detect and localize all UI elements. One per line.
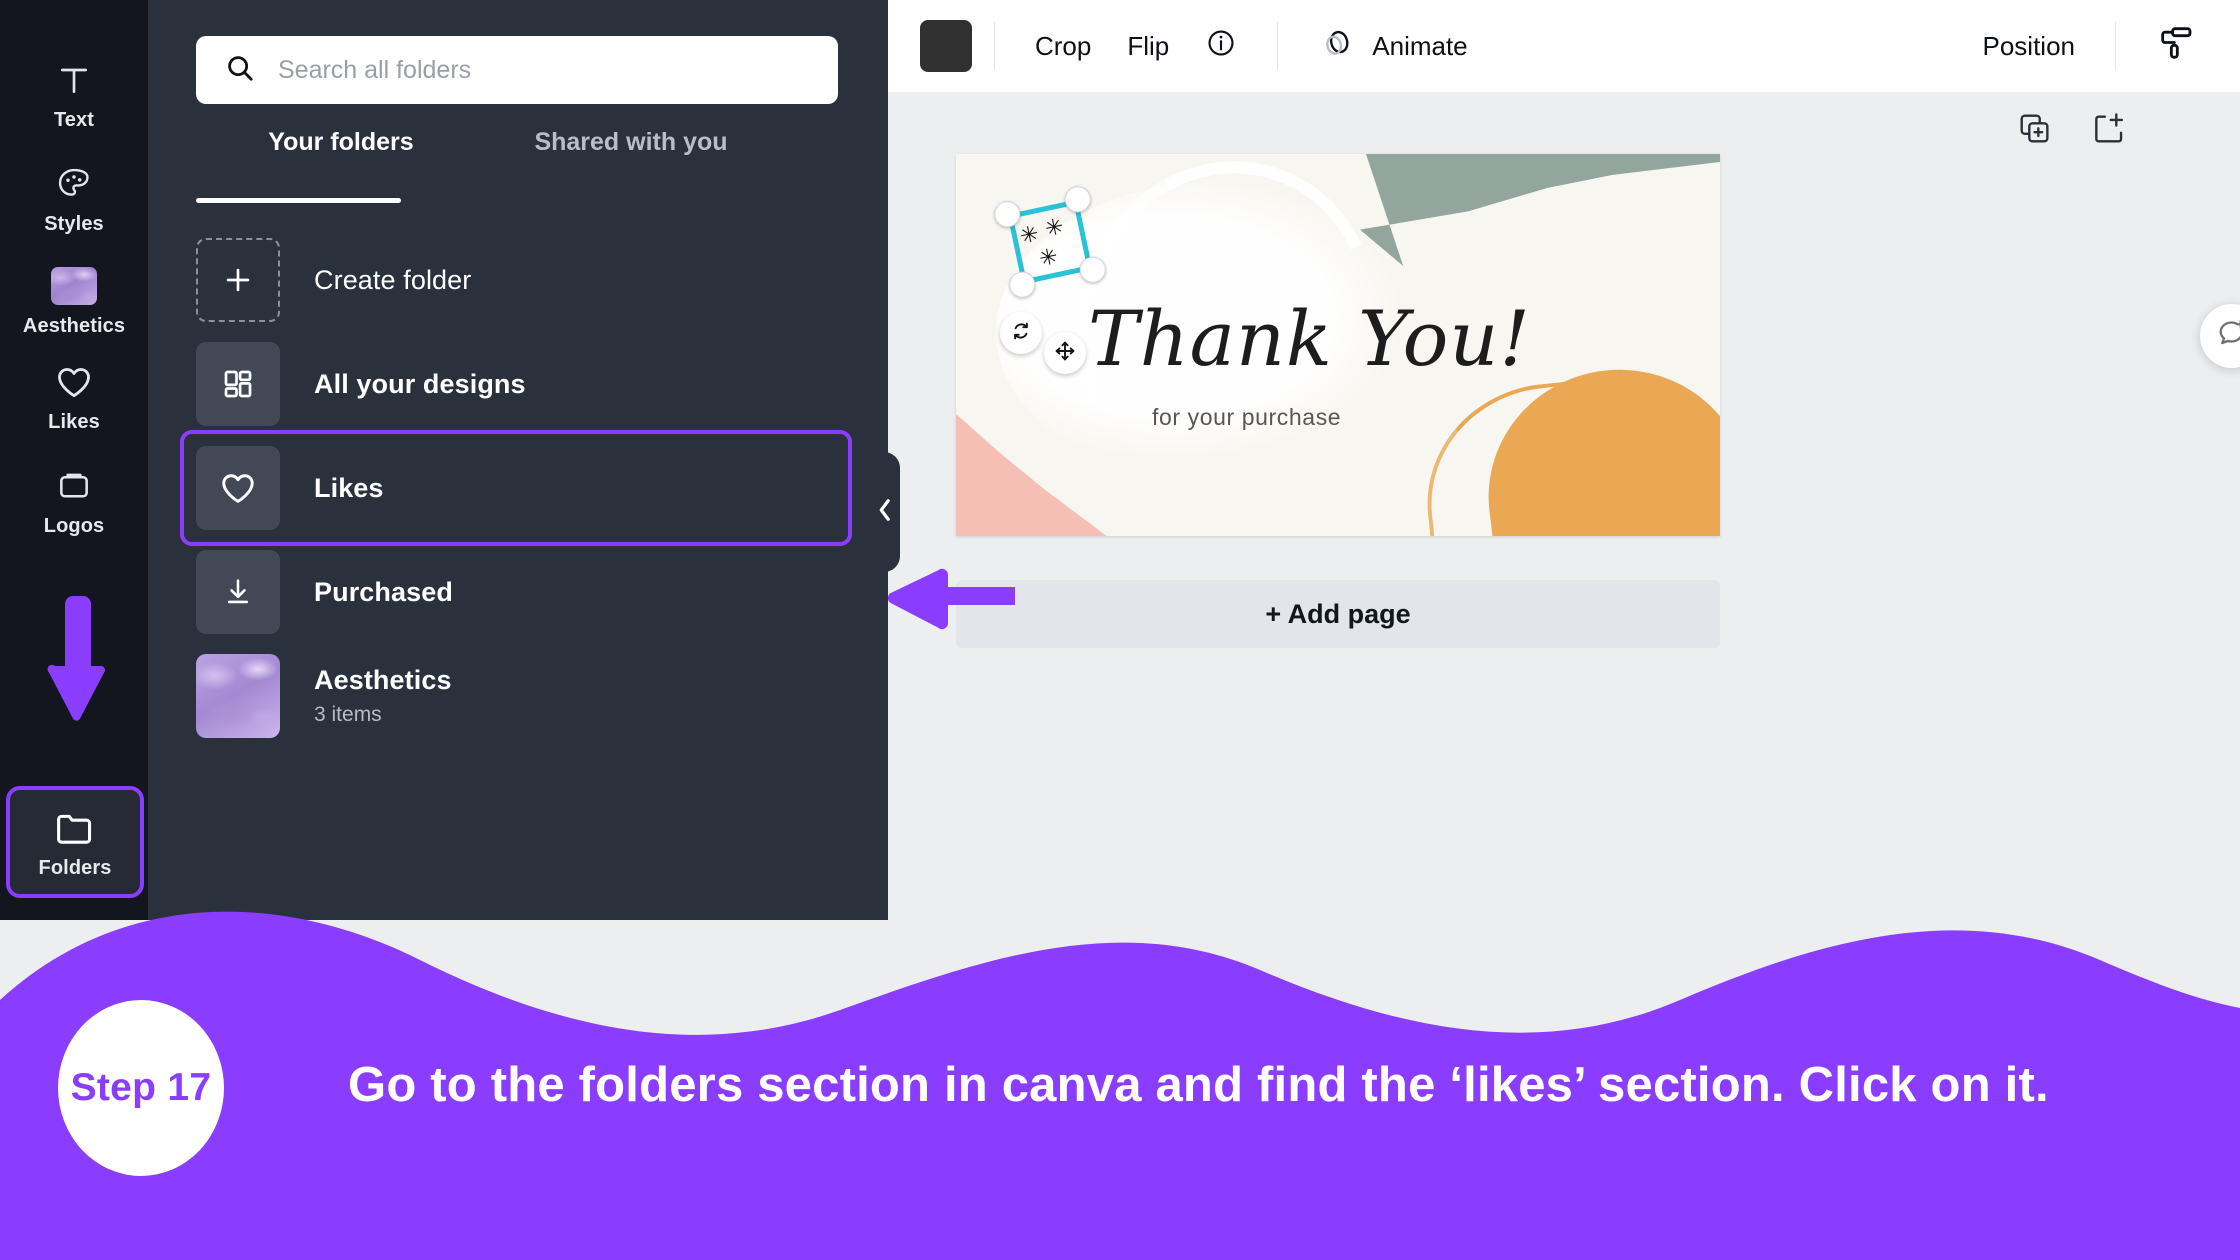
collapse-panel-button[interactable] xyxy=(870,452,900,572)
design-title: Thank You! xyxy=(1088,294,1531,383)
plus-icon xyxy=(196,238,280,322)
download-icon xyxy=(196,550,280,634)
chevron-left-icon xyxy=(876,497,894,528)
add-page-icon[interactable] xyxy=(2090,110,2128,148)
color-swatch-button[interactable] xyxy=(920,20,972,72)
decor-green-brush xyxy=(1360,154,1720,266)
rail-label-styles: Styles xyxy=(44,212,104,235)
instruction-text: Go to the folders section in canva and f… xyxy=(348,1058,2049,1112)
paint-roller-button[interactable] xyxy=(2138,13,2214,80)
design-page[interactable]: Thank You! for your purchase ✳ ✳ ✳ xyxy=(956,154,1720,536)
toolbar-divider xyxy=(1277,22,1279,70)
add-comment-button[interactable] xyxy=(2200,304,2240,368)
sidebar-item-folders[interactable]: Folders xyxy=(6,786,144,898)
rail-item-text[interactable]: Text xyxy=(0,46,148,142)
panel-scrollbar-track[interactable] xyxy=(1004,180,1018,920)
rail-down-arrow-annotation xyxy=(44,596,106,727)
text-icon xyxy=(51,57,97,103)
canvas-workspace: Thank You! for your purchase ✳ ✳ ✳ + Add… xyxy=(888,92,2240,920)
active-tab-indicator xyxy=(196,198,401,203)
panel-tabs: Your folders Shared with you xyxy=(196,128,838,190)
list-item-text: Aesthetics 3 items xyxy=(314,665,452,727)
pointer-arrow-annotation xyxy=(885,560,1024,643)
add-page-button[interactable]: + Add page xyxy=(956,580,1720,648)
left-rail: Text Styles Aesthetics Likes Logos xyxy=(0,0,148,920)
grid-icon xyxy=(196,342,280,426)
page-tools xyxy=(2016,110,2128,148)
toolbar-divider xyxy=(994,22,995,70)
search-bar[interactable] xyxy=(196,36,838,104)
folders-list: Create folder All your designs Likes Pur… xyxy=(148,228,888,928)
list-item-subtitle: 3 items xyxy=(314,703,382,726)
list-item-title: Purchased xyxy=(314,576,453,607)
info-button[interactable] xyxy=(1187,17,1255,76)
editor-toolbar: Crop Flip Animate Position xyxy=(888,0,2240,92)
list-item-title: Aesthetics xyxy=(314,665,452,695)
step-badge: Step 17 xyxy=(58,1000,224,1176)
list-item-text: Purchased xyxy=(314,577,453,608)
crop-button[interactable]: Crop xyxy=(1017,21,1109,72)
move-icon xyxy=(1053,339,1077,368)
rail-label-text: Text xyxy=(53,108,95,131)
folders-panel: Your folders Shared with you Create fold… xyxy=(148,0,888,920)
likes-selection-highlight xyxy=(180,430,852,546)
rail-item-logos[interactable]: Logos xyxy=(0,452,148,548)
toolbar-divider xyxy=(2115,22,2116,70)
aesthetics-thumbnail-icon xyxy=(196,654,280,738)
tab-shared-with-you[interactable]: Shared with you xyxy=(486,128,776,190)
search-icon xyxy=(224,52,256,89)
move-handle-button[interactable] xyxy=(1044,332,1086,374)
list-item-all-your-designs[interactable]: All your designs xyxy=(196,332,838,436)
instruction-banner: Step 17 Go to the folders section in can… xyxy=(0,900,2240,1260)
info-icon xyxy=(1205,27,1237,66)
position-button[interactable]: Position xyxy=(1965,21,2094,72)
list-item-purchased[interactable]: Purchased xyxy=(196,540,838,644)
rail-label-likes: Likes xyxy=(48,410,100,433)
list-item-aesthetics[interactable]: Aesthetics 3 items xyxy=(196,644,838,748)
animate-icon xyxy=(1318,24,1356,69)
search-input[interactable] xyxy=(278,55,798,85)
animate-button[interactable]: Animate xyxy=(1300,14,1485,79)
add-comment-icon xyxy=(2215,317,2240,356)
rail-label-folders: Folders xyxy=(38,856,112,879)
rail-label-logos: Logos xyxy=(43,514,105,537)
selected-element-bounds[interactable]: ✳ ✳ ✳ xyxy=(991,183,1109,301)
design-subtitle: for your purchase xyxy=(1152,404,1342,430)
animate-label: Animate xyxy=(1372,30,1468,61)
list-item-title: All your designs xyxy=(314,368,526,399)
list-item-title: Create folder xyxy=(314,264,472,295)
list-item-create-folder[interactable]: Create folder xyxy=(196,228,838,332)
tab-shared-with-you-label: Shared with you xyxy=(534,128,728,156)
list-item-text: All your designs xyxy=(314,369,526,400)
tab-your-folders[interactable]: Your folders xyxy=(196,128,486,190)
flip-button[interactable]: Flip xyxy=(1109,21,1187,72)
rail-item-styles[interactable]: Styles xyxy=(0,150,148,246)
toolbar-right-group: Position xyxy=(1965,13,2240,80)
rail-item-likes[interactable]: Likes xyxy=(0,348,148,444)
aesthetics-thumbnail-icon xyxy=(51,263,97,309)
step-badge-label: Step 17 xyxy=(70,1066,212,1109)
heart-icon xyxy=(51,359,97,405)
logos-icon xyxy=(51,463,97,509)
duplicate-page-icon[interactable] xyxy=(2016,110,2054,148)
list-item-text: Create folder xyxy=(314,265,471,296)
app-root: Text Styles Aesthetics Likes Logos Folde… xyxy=(0,0,2240,1260)
rail-item-aesthetics[interactable]: Aesthetics xyxy=(0,252,148,348)
palette-icon xyxy=(51,161,97,207)
folder-icon xyxy=(52,805,98,851)
rail-label-aesthetics: Aesthetics xyxy=(22,314,126,337)
tab-your-folders-label: Your folders xyxy=(268,128,414,156)
paint-roller-icon xyxy=(2156,23,2196,70)
